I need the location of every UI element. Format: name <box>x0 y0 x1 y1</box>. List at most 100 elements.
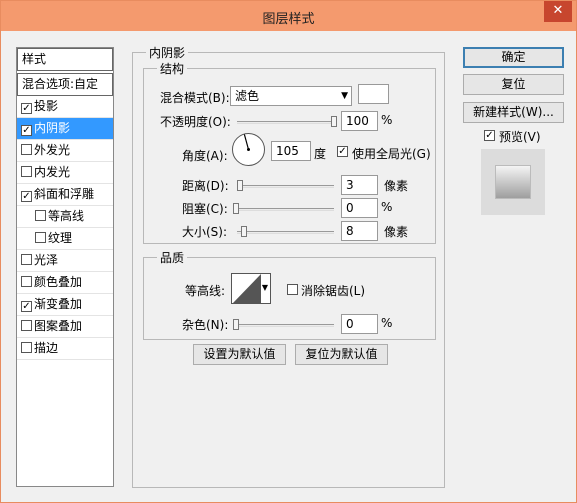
blend-mode-select[interactable]: 滤色 ▼ <box>230 86 352 106</box>
sidebar-item[interactable]: 描边 <box>17 338 113 360</box>
sidebar-item[interactable]: 外发光 <box>17 140 113 162</box>
reset-button[interactable]: 复位 <box>463 74 564 95</box>
reset-default-button[interactable]: 复位为默认值 <box>295 344 388 365</box>
close-icon: ✕ <box>552 3 564 18</box>
sidebar-item-label: 描边 <box>34 341 59 355</box>
sidebar-item-checkbox[interactable] <box>21 342 32 353</box>
preview-label[interactable]: 预览(V) <box>499 128 541 145</box>
sidebar-item[interactable]: ✓ 投影 <box>17 96 113 118</box>
size-slider-thumb[interactable] <box>241 226 247 237</box>
style-preview-swatch <box>495 165 531 199</box>
sidebar-item-checkbox[interactable]: ✓ <box>21 103 32 114</box>
size-label: 大小(S): <box>182 225 228 239</box>
sidebar-item[interactable]: 等高线 <box>17 206 113 228</box>
choke-label: 阻塞(C): <box>182 202 228 216</box>
global-light-checkbox[interactable]: ✓ <box>337 146 348 157</box>
distance-unit: 像素 <box>384 179 409 193</box>
noise-slider[interactable] <box>237 324 334 327</box>
distance-input[interactable]: 3 <box>341 175 378 195</box>
set-default-button[interactable]: 设置为默认值 <box>193 344 286 365</box>
opacity-input[interactable]: 100 <box>341 111 378 131</box>
inner-shadow-group: 内阴影 结构 混合模式(B): 滤色 ▼ 不透明度(O): 100 % 角度(A… <box>132 44 445 488</box>
chevron-down-icon: ▼ <box>261 283 268 292</box>
sidebar-item-label: 渐变叠加 <box>34 297 83 311</box>
opacity-label: 不透明度(O): <box>160 115 231 129</box>
angle-input[interactable]: 105 <box>271 141 311 161</box>
opacity-slider-thumb[interactable] <box>331 116 337 127</box>
sidebar-item[interactable]: 颜色叠加 <box>17 272 113 294</box>
size-input[interactable]: 8 <box>341 221 378 241</box>
contour-picker[interactable]: ▼ <box>231 273 271 304</box>
title-bar[interactable]: 图层样式 ✕ <box>1 1 576 31</box>
dialog-title: 图层样式 <box>262 12 315 27</box>
styles-header[interactable]: 样式 <box>17 48 113 71</box>
layer-style-dialog: 图层样式 ✕ 样式 混合选项:自定 ✓ 投影 ✓ 内阴影 外发光 内发光 ✓ 斜面和浮雕 等高线… <box>0 0 577 503</box>
contour-preview-icon <box>233 274 261 303</box>
sidebar-item-checkbox[interactable] <box>21 166 32 177</box>
sidebar-item[interactable]: ✓ 斜面和浮雕 <box>17 184 113 206</box>
styles-list: 样式 混合选项:自定 ✓ 投影 ✓ 内阴影 外发光 内发光 ✓ 斜面和浮雕 等高线 纹理 光泽 颜色叠… <box>16 47 114 487</box>
sidebar-item-label: 外发光 <box>34 143 71 157</box>
sidebar-item-checkbox[interactable] <box>21 254 32 265</box>
sidebar-item[interactable]: 图案叠加 <box>17 316 113 338</box>
sidebar-item-checkbox[interactable]: ✓ <box>21 125 32 136</box>
choke-input[interactable]: 0 <box>341 198 378 218</box>
blend-color-swatch[interactable] <box>358 84 389 104</box>
angle-label: 角度(A): <box>182 149 228 163</box>
blend-options-item[interactable]: 混合选项:自定 <box>17 73 113 96</box>
sidebar-item-label: 投影 <box>34 99 59 113</box>
sidebar-item-label: 内阴影 <box>34 121 71 135</box>
distance-label: 距离(D): <box>182 179 229 193</box>
sidebar-item-label: 等高线 <box>48 209 85 223</box>
new-style-button[interactable]: 新建样式(W)... <box>463 102 564 123</box>
structure-title: 结构 <box>157 60 188 77</box>
structure-group: 结构 混合模式(B): 滤色 ▼ 不透明度(O): 100 % 角度(A): 1… <box>143 60 436 244</box>
inner-shadow-title: 内阴影 <box>146 44 189 61</box>
sidebar-item[interactable]: ✓ 内阴影 <box>17 118 113 140</box>
noise-input[interactable]: 0 <box>341 314 378 334</box>
opacity-slider[interactable] <box>237 121 334 124</box>
sidebar-item-checkbox[interactable]: ✓ <box>21 301 32 312</box>
sidebar-item-checkbox[interactable] <box>21 276 32 287</box>
choke-slider-thumb[interactable] <box>233 203 239 214</box>
size-slider[interactable] <box>237 231 334 234</box>
style-preview-box <box>481 149 545 215</box>
global-light-label[interactable]: 使用全局光(G) <box>352 145 431 162</box>
choke-unit: % <box>381 200 393 214</box>
quality-title: 品质 <box>157 249 188 266</box>
preview-checkbox[interactable]: ✓ <box>484 130 495 141</box>
size-unit: 像素 <box>384 225 409 239</box>
sidebar-item-checkbox[interactable] <box>21 320 32 331</box>
sidebar-item-label: 光泽 <box>34 253 59 267</box>
sidebar-item-label: 纹理 <box>48 231 73 245</box>
opacity-unit: % <box>381 113 393 127</box>
choke-slider[interactable] <box>237 208 334 211</box>
antialias-label[interactable]: 消除锯齿(L) <box>301 282 365 299</box>
sidebar-item-checkbox[interactable] <box>35 232 46 243</box>
sidebar-item-label: 内发光 <box>34 165 71 179</box>
sidebar-item[interactable]: 纹理 <box>17 228 113 250</box>
close-button[interactable]: ✕ <box>544 1 572 22</box>
quality-group: 品质 等高线: ▼ 消除锯齿(L) 杂色(N): 0 % <box>143 249 436 340</box>
noise-slider-thumb[interactable] <box>233 319 239 330</box>
noise-unit: % <box>381 316 393 330</box>
sidebar-item-checkbox[interactable]: ✓ <box>21 191 32 202</box>
angle-dial[interactable] <box>231 132 266 167</box>
chevron-down-icon: ▼ <box>341 91 348 101</box>
blend-mode-value: 滤色 <box>235 89 260 103</box>
sidebar-item-checkbox[interactable] <box>35 210 46 221</box>
blend-mode-label: 混合模式(B): <box>160 91 230 105</box>
sidebar-item-label: 图案叠加 <box>34 319 83 333</box>
antialias-checkbox[interactable] <box>287 284 298 295</box>
sidebar-item[interactable]: ✓ 渐变叠加 <box>17 294 113 316</box>
ok-button[interactable]: 确定 <box>463 47 564 68</box>
distance-slider-thumb[interactable] <box>237 180 243 191</box>
contour-label: 等高线: <box>185 284 226 298</box>
distance-slider[interactable] <box>237 185 334 188</box>
sidebar-item-label: 颜色叠加 <box>34 275 83 289</box>
angle-unit: 度 <box>314 147 327 161</box>
sidebar-item[interactable]: 内发光 <box>17 162 113 184</box>
sidebar-item[interactable]: 光泽 <box>17 250 113 272</box>
sidebar-item-label: 斜面和浮雕 <box>34 187 95 201</box>
sidebar-item-checkbox[interactable] <box>21 144 32 155</box>
